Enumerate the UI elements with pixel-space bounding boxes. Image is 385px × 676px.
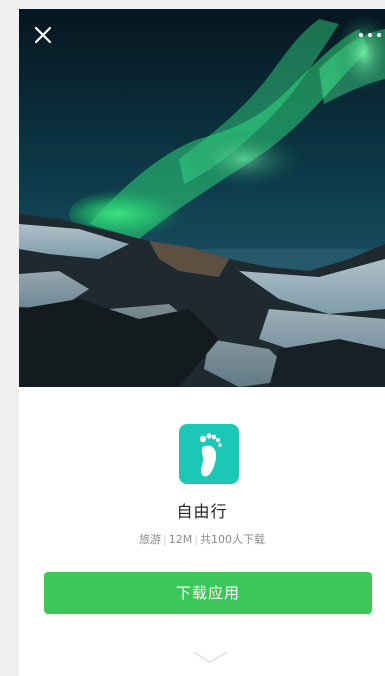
- app-downloads: 共100人下载: [199, 533, 265, 546]
- meta-separator: |: [194, 533, 198, 546]
- download-app-button[interactable]: 下载应用: [44, 572, 372, 614]
- app-name: 自由行: [176, 502, 228, 521]
- more-dots-icon: [359, 33, 381, 37]
- hero-image: [19, 9, 385, 387]
- footprint-icon: [200, 433, 222, 477]
- expand-button[interactable]: [191, 649, 229, 665]
- close-icon: [34, 26, 52, 44]
- app-category: 旅游: [139, 533, 162, 546]
- app-icon: [179, 424, 239, 484]
- close-button[interactable]: [32, 24, 54, 46]
- app-meta: 旅游 | 12M | 共100人下载: [19, 531, 385, 547]
- chevron-down-icon: [192, 651, 228, 663]
- app-download-card: 自由行 旅游 | 12M | 共100人下载 下载应用: [19, 9, 385, 676]
- app-size: 12M: [168, 533, 193, 546]
- more-button[interactable]: [355, 27, 385, 43]
- meta-separator: |: [163, 533, 167, 546]
